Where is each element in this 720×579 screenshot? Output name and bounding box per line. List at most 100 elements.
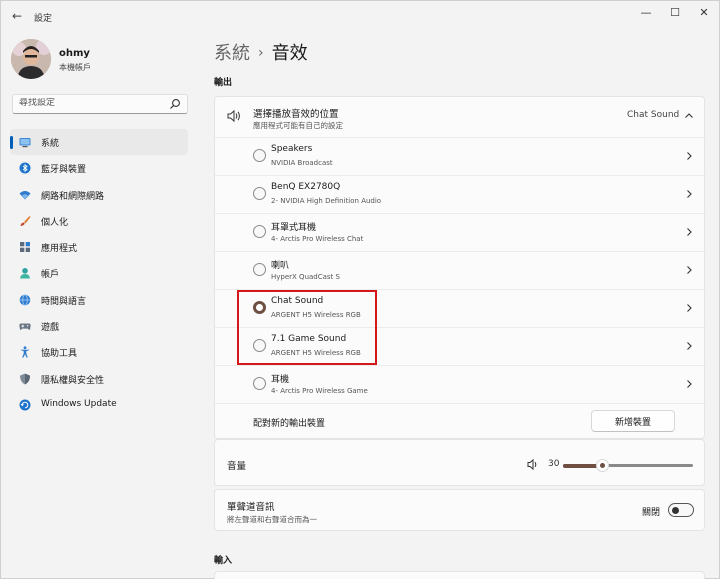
breadcrumb-separator: ›: [258, 45, 264, 61]
chevron-right-icon[interactable]: [683, 150, 695, 162]
sidebar-item-gaming[interactable]: 遊戲: [10, 313, 188, 339]
brush-icon: [20, 215, 31, 226]
device-row-speakers[interactable]: Speakers NVIDIA Broadcast: [215, 137, 706, 175]
sidebar-item-personalization[interactable]: 個人化: [10, 208, 188, 234]
mono-audio-subtitle: 將左聲道和右聲道合而為一: [227, 515, 317, 524]
output-subtitle: 應用程式可能有自己的設定: [253, 121, 343, 130]
update-icon: [19, 399, 31, 411]
device-source: NVIDIA Broadcast: [271, 159, 333, 167]
pair-new-device-label: 配對新的輸出裝置: [253, 419, 326, 429]
toggle-knob: [672, 506, 679, 514]
globe-clock-icon: [19, 294, 31, 306]
volume-slider[interactable]: [563, 459, 693, 472]
device-source: HyperX QuadCast S: [271, 273, 340, 281]
minimize-icon: —: [640, 6, 652, 19]
sidebar-item-network[interactable]: 網路和網際網路: [10, 182, 188, 208]
sidebar-item-windows-update[interactable]: Windows Update: [10, 392, 188, 418]
speaker-icon: [227, 109, 240, 123]
output-title: 選擇播放音效的位置: [253, 109, 339, 120]
device-source: 4- Arctis Pro Wireless Chat: [271, 235, 364, 243]
sidebar-item-accessibility[interactable]: 協助工具: [10, 339, 188, 365]
output-device-expander[interactable]: 選擇播放音效的位置 應用程式可能有自己的設定 Chat Sound: [215, 97, 706, 137]
close-button[interactable]: ✕: [693, 5, 715, 21]
sidebar-item-label: 應用程式: [41, 244, 78, 255]
settings-window: ← 設定 — ☐ ✕ ohmy 本機帳戶 系統: [0, 0, 720, 579]
wifi-icon: [19, 190, 31, 200]
maximize-icon: ☐: [670, 6, 680, 19]
radio-button[interactable]: [253, 149, 266, 162]
mono-toggle-switch[interactable]: [668, 503, 694, 517]
sidebar-nav: 系統 藍牙與裝置 網路和網際網路 個人化 應用程式 帳戶 時間與語言 遊戲 協助…: [10, 129, 188, 418]
volume-slider-thumb[interactable]: [596, 459, 609, 472]
chevron-right-icon[interactable]: [683, 302, 695, 314]
sidebar-item-label: Windows Update: [41, 398, 117, 409]
accessibility-icon: [20, 346, 30, 358]
radio-button[interactable]: [253, 225, 266, 238]
sidebar-item-system[interactable]: 系統: [10, 129, 188, 156]
sidebar-item-time-language[interactable]: 時間與語言: [10, 287, 188, 313]
minimize-button[interactable]: —: [635, 5, 657, 21]
sidebar-item-label: 時間與語言: [41, 296, 87, 307]
device-name: 耳機: [271, 375, 290, 385]
chevron-right-icon[interactable]: [683, 226, 695, 238]
search-box[interactable]: [12, 94, 188, 114]
sidebar-item-label: 協助工具: [41, 349, 78, 360]
device-source: 2- NVIDIA High Definition Audio: [271, 197, 382, 205]
chevron-right-icon[interactable]: [683, 188, 695, 200]
sidebar-item-label: 遊戲: [41, 323, 60, 334]
chevron-right-icon[interactable]: [683, 378, 695, 390]
profile-account-type: 本機帳戶: [59, 63, 91, 72]
mono-toggle-state: 關閉: [642, 508, 661, 518]
sidebar-item-bluetooth[interactable]: 藍牙與裝置: [10, 155, 188, 181]
person-icon: [20, 268, 30, 279]
close-icon: ✕: [699, 6, 709, 19]
volume-icon[interactable]: [527, 458, 540, 471]
avatar[interactable]: [11, 39, 51, 79]
radio-button[interactable]: [253, 377, 266, 390]
output-section-label: 輸出: [214, 78, 233, 88]
selected-output-value: Chat Sound: [627, 110, 680, 120]
search-input[interactable]: [19, 98, 169, 108]
add-device-button[interactable]: 新增裝置: [591, 410, 675, 432]
sidebar-item-privacy-security[interactable]: 隱私權與安全性: [10, 366, 188, 392]
sidebar-item-label: 系統: [41, 139, 60, 149]
search-icon[interactable]: [169, 98, 181, 110]
device-source: 4- Arctis Pro Wireless Game: [271, 387, 368, 395]
mono-audio-title: 單聲道音訊: [227, 502, 275, 513]
device-row-benq[interactable]: BenQ EX2780Q 2- NVIDIA High Definition A…: [215, 175, 706, 213]
sidebar-item-apps[interactable]: 應用程式: [10, 234, 188, 260]
maximize-button[interactable]: ☐: [664, 5, 686, 21]
sidebar-item-label: 帳戶: [41, 270, 60, 281]
sidebar-item-label: 隱私權與安全性: [41, 375, 105, 386]
mono-audio-card: 單聲道音訊 將左聲道和右聲道合而為一 關閉: [214, 489, 705, 531]
gamepad-icon: [19, 323, 31, 330]
chevron-up-icon[interactable]: [683, 110, 695, 122]
breadcrumb-parent[interactable]: 系統: [214, 43, 250, 64]
device-name: Speakers: [271, 144, 313, 154]
breadcrumb: 系統 › 音效: [214, 39, 308, 65]
input-section-label: 輸入: [214, 556, 233, 566]
output-device-card: 選擇播放音效的位置 應用程式可能有自己的設定 Chat Sound Speake…: [214, 96, 706, 439]
title-bar: ← 設定 — ☐ ✕: [1, 1, 720, 31]
back-button[interactable]: ←: [10, 9, 24, 23]
device-name: BenQ EX2780Q: [271, 182, 341, 192]
chevron-right-icon[interactable]: [683, 340, 695, 352]
device-row-speaker-quadcast[interactable]: 喇叭 HyperX QuadCast S: [215, 251, 706, 289]
highlight-box: [237, 290, 377, 365]
apps-icon: [20, 242, 30, 253]
volume-value: 30: [548, 459, 560, 469]
page-title: 音效: [271, 43, 308, 64]
back-arrow-icon: ←: [11, 9, 23, 23]
radio-button[interactable]: [253, 263, 266, 276]
shield-icon: [20, 373, 30, 385]
device-row-earphones[interactable]: 耳機 4- Arctis Pro Wireless Game: [215, 365, 706, 403]
volume-label: 音量: [227, 461, 247, 472]
monitor-icon: [19, 138, 31, 148]
device-row-headset[interactable]: 耳罩式耳機 4- Arctis Pro Wireless Chat: [215, 213, 706, 251]
profile-name: ohmy: [59, 48, 90, 59]
sidebar-item-label: 藍牙與裝置: [41, 165, 87, 176]
radio-button[interactable]: [253, 187, 266, 200]
sidebar-item-label: 網路和網際網路: [41, 191, 105, 202]
chevron-right-icon[interactable]: [683, 264, 695, 276]
sidebar-item-accounts[interactable]: 帳戶: [10, 260, 188, 286]
